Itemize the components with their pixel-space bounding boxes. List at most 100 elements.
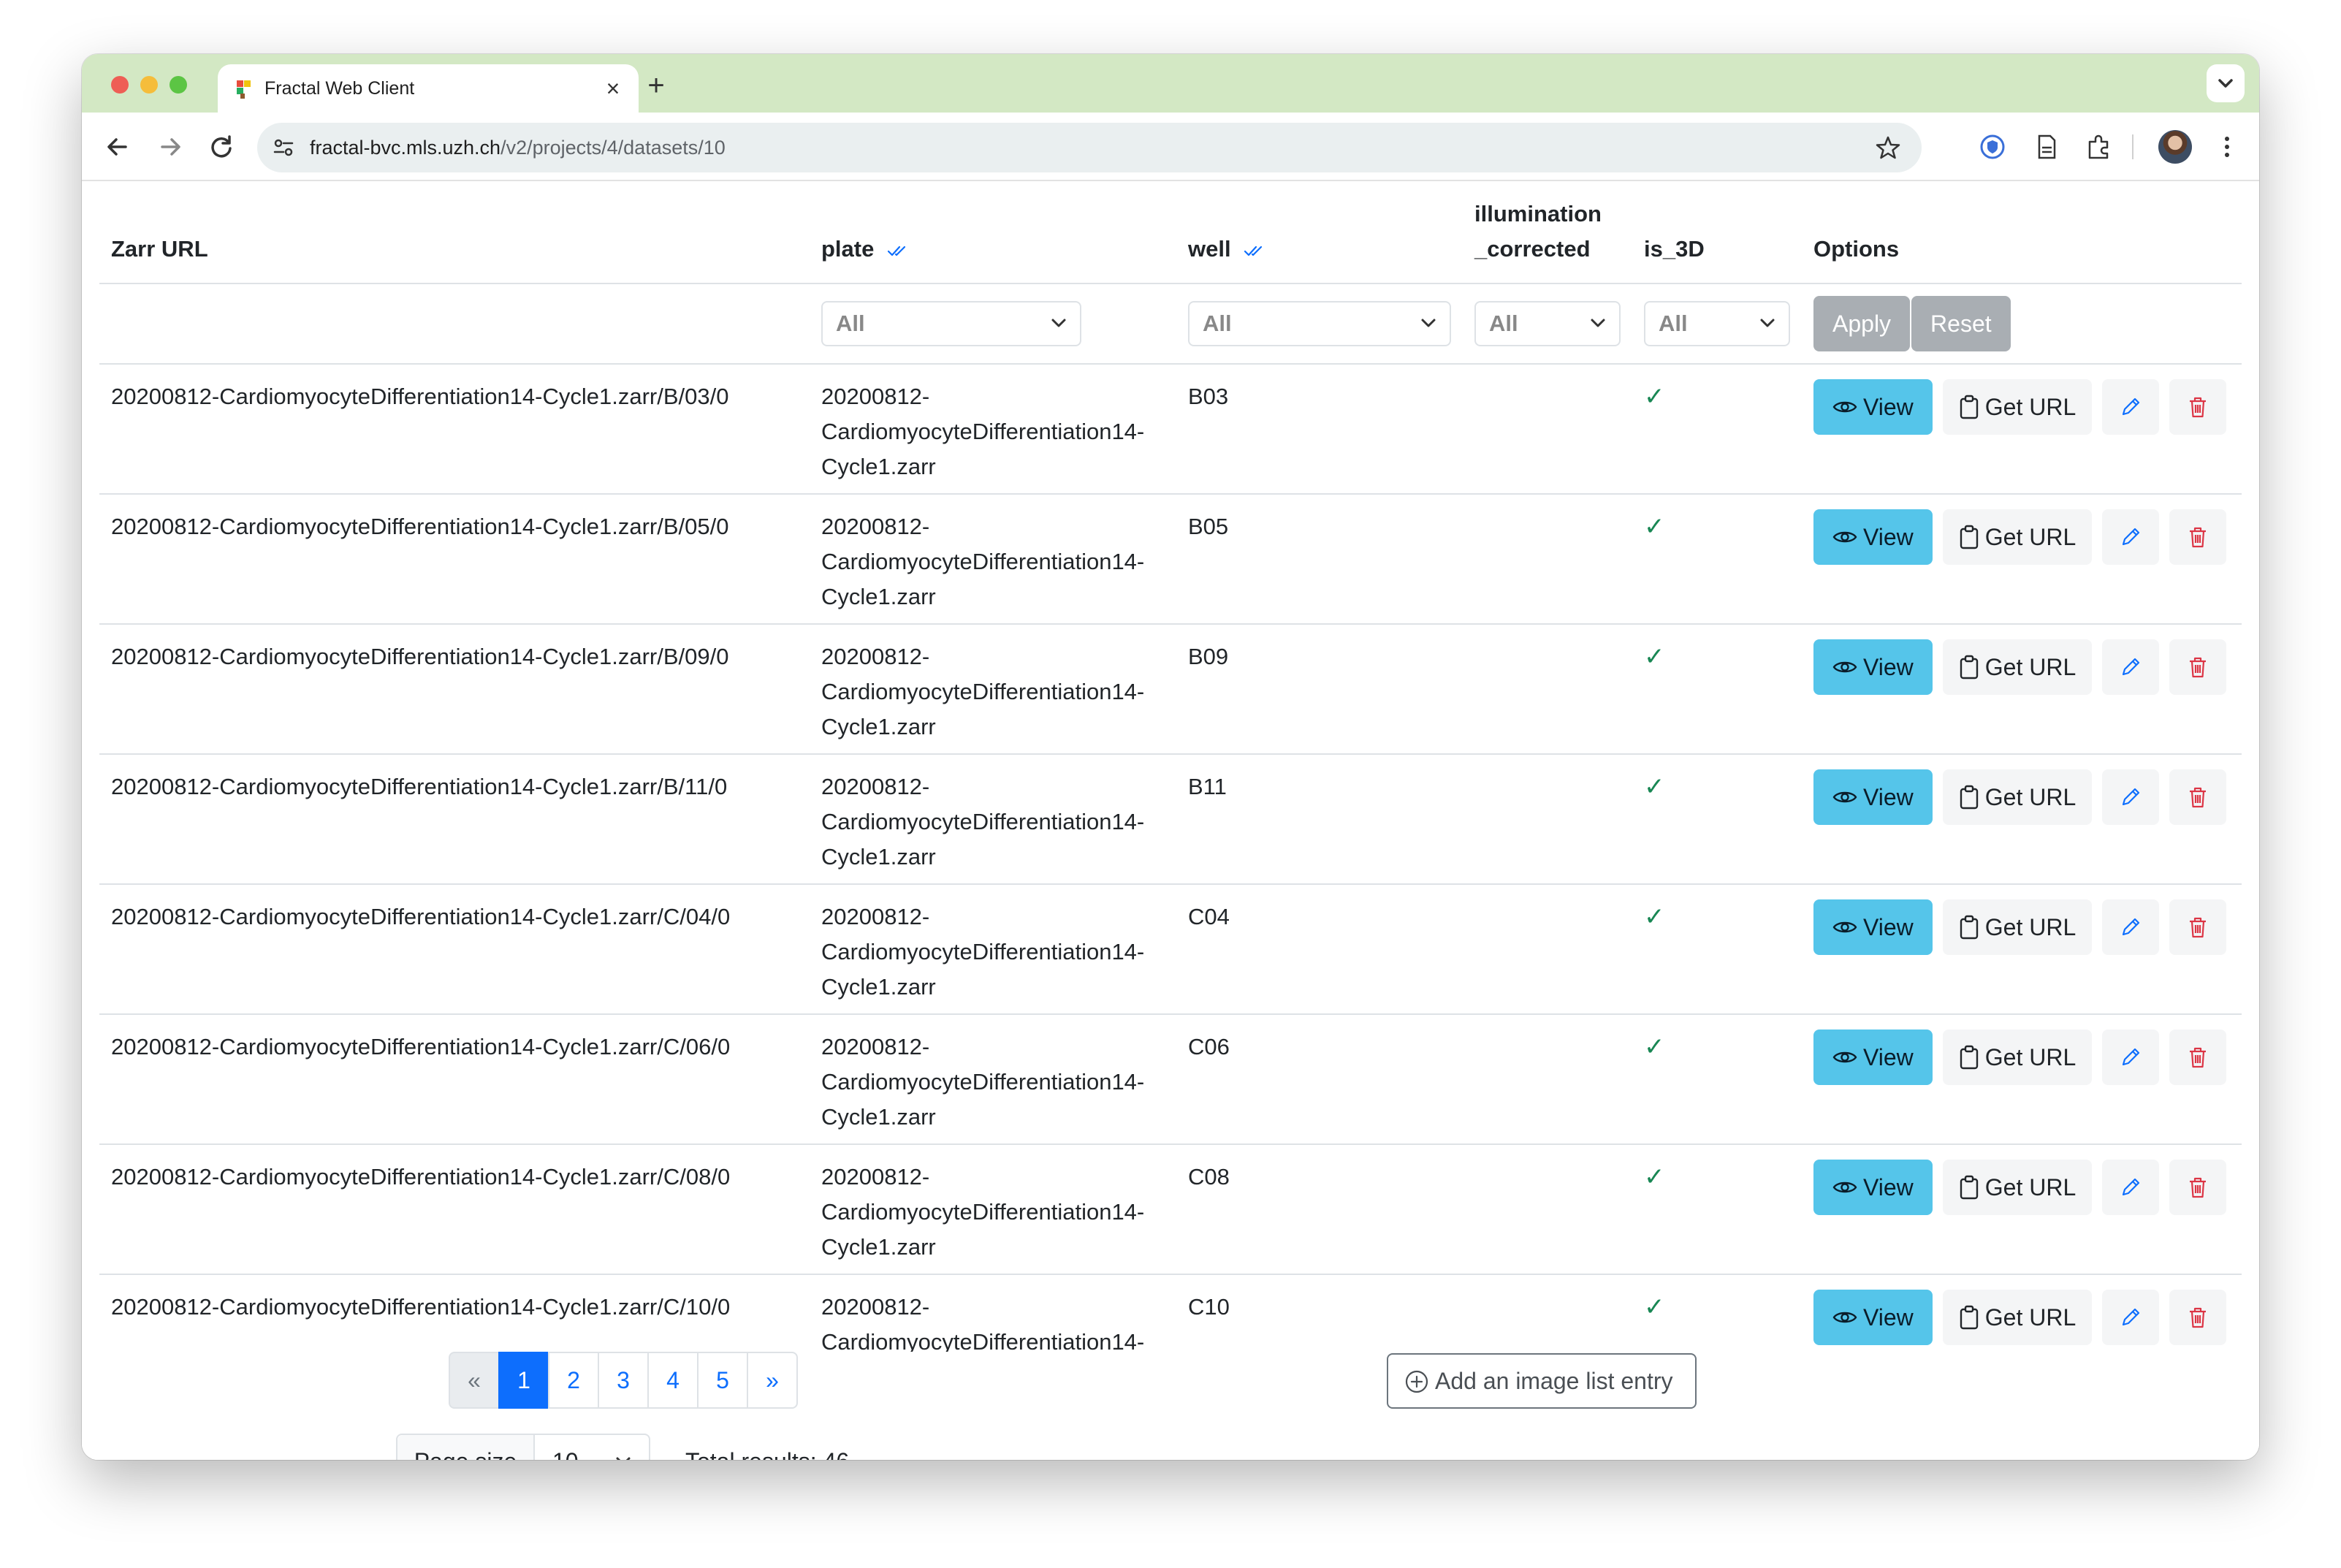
site-settings-icon[interactable] [270,134,297,161]
clipboard-icon [1960,1305,1978,1330]
edit-button[interactable] [2102,379,2160,435]
page-size-select[interactable]: 10 [535,1435,649,1460]
view-button[interactable]: View [1813,639,1933,695]
clipboard-icon [1960,525,1978,549]
check-icon: ✓ [1644,1033,1665,1061]
options-cell: View Get URL [1802,1144,2242,1275]
extensions-puzzle-icon[interactable] [2084,132,2114,162]
close-window-button[interactable] [111,76,129,94]
is3d-filter-select[interactable]: All [1644,301,1790,346]
more-options-icon[interactable] [2212,132,2242,162]
get-url-button[interactable]: Get URL [1942,509,2093,565]
view-button[interactable]: View [1813,509,1933,565]
edit-button[interactable] [2102,639,2160,695]
bookmark-star-icon[interactable] [1875,134,1901,161]
col-header-is-3d: is_3D [1632,183,1802,284]
col-header-zarr-url: Zarr URL [99,183,810,284]
trash-icon [2190,1177,2207,1198]
page-1-button[interactable]: 1 [498,1352,549,1409]
get-url-button[interactable]: Get URL [1942,1160,2093,1215]
trash-icon [2190,917,2207,938]
trash-icon [2190,1307,2207,1328]
table-row: 20200812-CardiomyocyteDifferentiation14-… [99,624,2242,755]
view-button[interactable]: View [1813,1030,1933,1085]
url-text[interactable]: fractal-bvc.mls.uzh.ch/v2/projects/4/dat… [310,123,726,172]
delete-button[interactable] [2169,1290,2227,1345]
options-cell: View Get URL [1802,364,2242,495]
apply-filters-button[interactable]: Apply [1813,296,1911,351]
view-button[interactable]: View [1813,769,1933,825]
view-button[interactable]: View [1813,1160,1933,1215]
tab-search-button[interactable] [2207,64,2245,102]
forward-arrow-icon[interactable] [153,130,187,164]
delete-button[interactable] [2169,379,2227,435]
chevron-down-icon [1051,319,1066,327]
get-url-button[interactable]: Get URL [1942,1290,2093,1345]
edit-button[interactable] [2102,769,2160,825]
trash-icon [2190,657,2207,678]
delete-button[interactable] [2169,639,2227,695]
page-size-value: 10 [552,1448,579,1460]
zarr-url-cell: 20200812-CardiomyocyteDifferentiation14-… [99,1144,810,1275]
illumination-filter-select[interactable]: All [1474,301,1621,346]
view-button[interactable]: View [1813,379,1933,435]
get-url-button[interactable]: Get URL [1942,379,2093,435]
total-results: Total results: 46 [685,1434,849,1460]
edit-button[interactable] [2102,1290,2160,1345]
get-url-button[interactable]: Get URL [1942,1030,2093,1085]
col-header-label-line2: _corrected [1474,236,1591,262]
back-arrow-icon[interactable] [101,130,134,164]
col-header-well[interactable]: well [1176,183,1463,284]
delete-button[interactable] [2169,1160,2227,1215]
filter-row: All All All All Apply Reset [99,283,2242,365]
edit-button[interactable] [2102,509,2160,565]
reload-icon[interactable] [205,130,238,164]
delete-button[interactable] [2169,899,2227,955]
page-2-button[interactable]: 2 [548,1352,599,1409]
pencil-icon [2123,788,2140,806]
clipboard-icon [1960,785,1978,810]
illumination-cell [1463,1144,1632,1275]
col-header-plate[interactable]: plate [810,183,1176,284]
add-image-list-entry-button[interactable]: Add an image list entry [1387,1353,1697,1409]
view-button[interactable]: View [1813,899,1933,955]
reading-mode-icon[interactable] [2031,132,2062,162]
minimize-window-button[interactable] [140,76,158,94]
edit-button[interactable] [2102,899,2160,955]
chevron-down-icon [2218,79,2233,88]
zarr-url-text: 20200812-CardiomyocyteDifferentiation14-… [111,644,729,669]
delete-button[interactable] [2169,509,2227,565]
zoom-window-button[interactable] [170,76,187,94]
zarr-url-cell: 20200812-CardiomyocyteDifferentiation14-… [99,364,810,495]
check-icon: ✓ [1644,773,1665,801]
profile-avatar[interactable] [2158,130,2192,164]
edit-button[interactable] [2102,1160,2160,1215]
get-url-button[interactable]: Get URL [1942,899,2093,955]
page-next-button[interactable]: » [747,1352,798,1409]
well-filter-select[interactable]: All [1188,301,1451,346]
edit-button[interactable] [2102,1030,2160,1085]
clipboard-icon [1960,915,1978,940]
zarr-url-text: 20200812-CardiomyocyteDifferentiation14-… [111,1294,731,1320]
page-prev-button[interactable]: « [449,1352,500,1409]
new-tab-button[interactable]: + [568,67,693,104]
extension-shield-icon[interactable] [1977,132,2008,162]
plate-cell: 20200812- CardiomyocyteDifferentiation14-… [810,364,1176,495]
page-5-button[interactable]: 5 [697,1352,748,1409]
view-button[interactable]: View [1813,1290,1933,1345]
reset-filters-button[interactable]: Reset [1911,296,2011,351]
get-url-button[interactable]: Get URL [1942,639,2093,695]
page-3-button[interactable]: 3 [598,1352,649,1409]
delete-button[interactable] [2169,769,2227,825]
delete-button[interactable] [2169,1030,2227,1085]
pencil-icon [2123,397,2140,416]
is3d-cell: ✓ [1632,624,1802,755]
page-4-button[interactable]: 4 [647,1352,699,1409]
tab-bar: Fractal Web Client × + [82,54,2259,113]
image-list-table: Zarr URL plate well illumination _correct… [99,183,2242,1405]
plate-filter-select[interactable]: All [821,301,1081,346]
well-cell: C04 [1176,884,1463,1015]
address-bar[interactable]: fractal-bvc.mls.uzh.ch/v2/projects/4/dat… [257,123,1922,172]
is3d-cell: ✓ [1632,754,1802,885]
get-url-button[interactable]: Get URL [1942,769,2093,825]
